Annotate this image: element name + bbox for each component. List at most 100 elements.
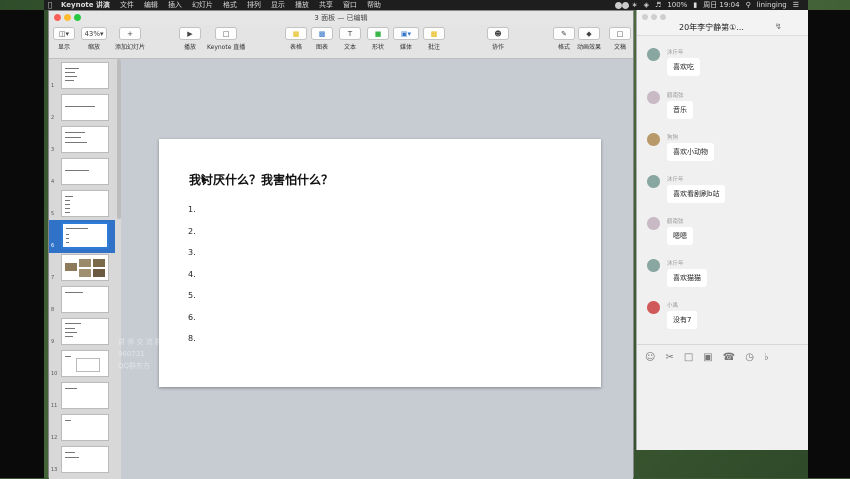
menu-share[interactable]: 共享 <box>314 0 338 10</box>
status-app-icon[interactable] <box>621 1 629 9</box>
menu-view[interactable]: 显示 <box>266 0 290 10</box>
slide-thumbnail[interactable] <box>61 318 109 345</box>
table-button[interactable]: ▦ 表格 <box>285 27 307 51</box>
avatar[interactable] <box>647 175 660 188</box>
list-item[interactable]: 6. <box>188 313 196 335</box>
text-button[interactable]: T 文本 <box>339 27 361 51</box>
screenshot-icon[interactable]: ▣ <box>703 352 712 363</box>
text-icon: T <box>339 27 361 40</box>
slide-title[interactable]: 我讨厌什么？我害怕什么？ <box>189 171 333 188</box>
message-bubble[interactable]: 喜欢小动物 <box>667 143 714 161</box>
volume-icon[interactable]: ♬ <box>652 1 664 9</box>
zoom-select[interactable]: 43% ▾ 缩放 <box>81 27 107 51</box>
current-slide[interactable]: 我讨厌什么？我害怕什么？ 1. 2. 3. 4. 5. 6. 8. <box>159 139 601 387</box>
close-button[interactable] <box>642 14 648 20</box>
slide-thumbnail[interactable] <box>61 254 109 281</box>
slide-numbered-list[interactable]: 1. 2. 3. 4. 5. 6. 8. <box>188 205 196 356</box>
comment-button[interactable]: ▩ 批注 <box>423 27 445 51</box>
menu-format[interactable]: 格式 <box>218 0 242 10</box>
avatar[interactable] <box>647 91 660 104</box>
list-item[interactable]: 4. <box>188 270 196 292</box>
play-button[interactable]: ▶ 播放 <box>179 27 201 51</box>
close-button[interactable] <box>54 14 61 21</box>
menu-arrange[interactable]: 排列 <box>242 0 266 10</box>
document-button[interactable]: □ 文稿 <box>609 27 631 51</box>
battery-level[interactable]: 100% <box>664 1 690 9</box>
menu-file[interactable]: 文件 <box>115 0 139 10</box>
list-item[interactable]: 2. <box>188 227 196 249</box>
pin-icon[interactable]: ↯ <box>775 22 782 31</box>
slide-thumbnail[interactable] <box>61 190 109 217</box>
bluetooth-icon[interactable]: ∗ <box>629 1 641 9</box>
menu-insert[interactable]: 插入 <box>163 0 187 10</box>
avatar[interactable] <box>647 217 660 230</box>
apple-icon[interactable]:  <box>44 1 56 9</box>
slide-thumbnail[interactable] <box>61 286 109 313</box>
slide-thumbnail[interactable] <box>61 446 109 473</box>
chat-input-toolbar: ☺ ✂ □ ▣ ☎ ◷ ♭ <box>645 352 769 363</box>
avatar[interactable] <box>647 301 660 314</box>
message-bubble[interactable]: 喜欢猫猫 <box>667 269 707 287</box>
slide-canvas[interactable]: 我讨厌什么？我害怕什么？ 1. 2. 3. 4. 5. 6. 8. <box>121 59 633 479</box>
zoom-value: 43% ▾ <box>81 27 107 40</box>
chart-button[interactable]: ▩ 图表 <box>311 27 333 51</box>
zoom-window-button[interactable] <box>74 14 81 21</box>
media-button[interactable]: ▣▾ 媒体 <box>393 27 419 51</box>
avatar[interactable] <box>647 133 660 146</box>
menu-edit[interactable]: 编辑 <box>139 0 163 10</box>
minimize-button[interactable] <box>651 14 657 20</box>
message-bubble[interactable]: 没有7 <box>667 311 698 329</box>
slide-thumbnail[interactable] <box>61 414 109 441</box>
list-item[interactable]: 1. <box>188 205 196 227</box>
slide-thumbnail[interactable] <box>61 382 109 409</box>
message-bubble[interactable]: 喜欢看剧刷b站 <box>667 185 726 203</box>
format-button[interactable]: ✎ 格式 <box>553 27 575 51</box>
menu-slide[interactable]: 幻灯片 <box>187 0 218 10</box>
slide-navigator[interactable]: 1 2 3 4 5 6 7 8 9 10 11 12 13 <box>49 59 121 479</box>
zoom-window-button[interactable] <box>660 14 666 20</box>
control-center-icon[interactable]: ☰ <box>790 1 802 9</box>
list-item[interactable]: 3. <box>188 248 196 270</box>
slide-thumbnail[interactable] <box>61 158 109 185</box>
avatar[interactable] <box>647 259 660 272</box>
history-icon[interactable]: ◷ <box>745 352 754 363</box>
message-bubble[interactable]: 嗯嗯 <box>667 227 693 245</box>
slide-thumbnail[interactable] <box>61 350 109 377</box>
user-name[interactable]: lininging <box>754 1 790 9</box>
menu-app-name[interactable]: Keynote 讲演 <box>56 0 115 10</box>
bell-icon[interactable]: ♭ <box>764 352 769 363</box>
slide-thumbnail[interactable] <box>61 94 109 121</box>
keynote-window: 3 面板 — 已编辑 ◫▾ 显示 43% ▾ 缩放 + 添加幻灯片 ▶ 播放 □ … <box>48 10 634 479</box>
slide-number: 5 <box>51 211 55 217</box>
emoji-icon[interactable]: ☺ <box>645 352 655 363</box>
minimize-button[interactable] <box>64 14 71 21</box>
scissors-icon[interactable]: ✂ <box>665 352 673 363</box>
list-item[interactable]: 8. <box>188 334 196 356</box>
keynote-live-button[interactable]: □ Keynote 直播 <box>207 27 245 51</box>
message-bubble[interactable]: 喜欢吃 <box>667 58 700 76</box>
search-icon[interactable]: ⚲ <box>743 1 754 9</box>
wifi-icon[interactable]: ◈ <box>641 1 652 9</box>
animate-button[interactable]: ◆ 动画效果 <box>577 27 601 51</box>
add-slide-button[interactable]: + 添加幻灯片 <box>115 27 145 51</box>
slide-thumbnail[interactable] <box>61 62 109 89</box>
chat-window: 20年李宁静第①... ↯ 沐斤年 喜欢吃 鹤南弦 音乐 狗狗 喜欢小动物 沐斤… <box>636 10 808 450</box>
shape-button[interactable]: ■ 形状 <box>367 27 389 51</box>
message-bubble[interactable]: 音乐 <box>667 101 693 119</box>
chat-input-divider <box>637 344 808 345</box>
folder-icon[interactable]: □ <box>684 352 693 363</box>
phone-icon[interactable]: ☎ <box>723 352 735 363</box>
view-button[interactable]: ◫▾ 显示 <box>53 27 75 51</box>
message-sender: 沐斤年 <box>667 50 684 56</box>
slide-thumbnail[interactable] <box>61 126 109 153</box>
menu-window[interactable]: 窗口 <box>338 0 362 10</box>
avatar[interactable] <box>647 48 660 61</box>
menu-help[interactable]: 帮助 <box>362 0 386 10</box>
menu-play[interactable]: 播放 <box>290 0 314 10</box>
menu-clock[interactable]: 周日 19:04 <box>700 0 742 10</box>
list-item[interactable]: 5. <box>188 291 196 313</box>
collaborate-button[interactable]: ☻ 协作 <box>487 27 509 51</box>
status-app-icon[interactable] <box>614 1 622 9</box>
document-title: 3 面板 — 已编辑 <box>314 14 368 22</box>
slide-thumbnail-selected[interactable] <box>61 222 109 249</box>
